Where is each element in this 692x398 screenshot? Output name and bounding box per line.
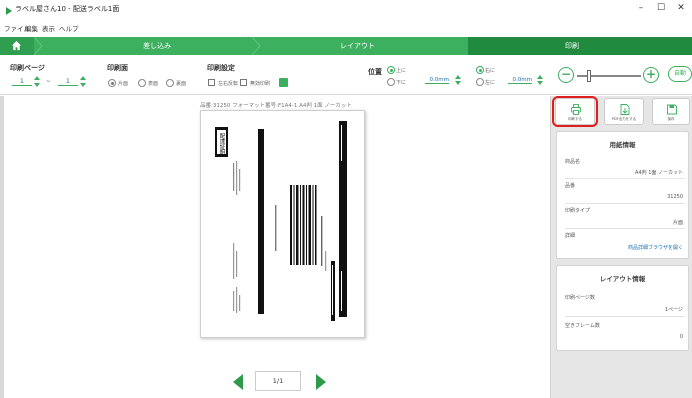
menu-edit[interactable]: 編集 [25, 23, 38, 33]
pdf-export-button[interactable]: PDF出力をする [604, 98, 644, 125]
mirror-label: 左右反転 [218, 81, 239, 87]
horizontal-offset-input[interactable]: 0.0mm [508, 77, 532, 84]
window-title: ラベル屋さん10 - 配送ラベル1面 [15, 5, 120, 13]
home-icon [11, 40, 22, 51]
horizontal-offset-stepper-icon[interactable] [537, 75, 543, 85]
print-settings-title: 印刷設定 [207, 64, 235, 72]
position-up-label: 上に [396, 68, 407, 74]
print-pages-title: 印刷ページ [10, 64, 45, 72]
position-down-radio[interactable] [387, 78, 395, 86]
product-details-link[interactable]: 商品詳細ブラウザを開く [628, 244, 683, 251]
position-right-radio[interactable] [476, 66, 484, 74]
app-logo-icon [6, 7, 12, 15]
barcode-graphic [289, 184, 317, 268]
print-side-back-label: 裏面 [176, 81, 187, 87]
print-pages-count-label: 印刷ページ数 [565, 295, 595, 301]
shipping-label-preview: 配達証明 [215, 121, 347, 321]
details-label: 詳細 [565, 233, 576, 239]
position-title: 位置 [368, 68, 382, 76]
page-from-stepper-icon[interactable] [34, 76, 40, 87]
vertical-offset-input[interactable]: 0.0mm [425, 77, 449, 84]
print-button-highlight [552, 96, 598, 127]
position-right-label: 右に [485, 68, 496, 74]
position-left-radio[interactable] [476, 78, 484, 86]
save-button-label: 保存 [667, 117, 675, 121]
product-name-value: A4判 1面 ノーカット [635, 170, 683, 176]
delivery-stamp-text: 配達証明 [219, 133, 226, 157]
print-side-single-label: 片面 [118, 81, 129, 87]
close-button[interactable]: ✕ [673, 3, 689, 13]
product-name-label: 商品名 [565, 159, 581, 165]
step-print[interactable]: 印刷 [565, 41, 579, 51]
print-page-from-input[interactable]: 1 [12, 77, 32, 86]
product-no-value: 31250 [667, 194, 683, 200]
print-side-back-radio[interactable] [166, 79, 174, 87]
zoom-auto-button[interactable]: 自動 [668, 66, 692, 82]
blank-print-checkbox[interactable] [240, 79, 247, 86]
zoom-slider-thumb[interactable] [587, 70, 591, 82]
step-print-active-bg [468, 37, 692, 55]
print-side-front-label: 表面 [148, 81, 159, 87]
zoom-out-button[interactable]: − [558, 67, 574, 83]
position-left-label: 左に [485, 80, 496, 86]
prev-page-button[interactable] [233, 374, 243, 390]
page-range-tilde: ~ [46, 78, 52, 85]
menu-help[interactable]: ヘルプ [59, 23, 79, 33]
blank-print-label: 無効印刷 [250, 81, 271, 87]
layout-info-title: レイアウト情報 [599, 275, 646, 283]
settings-toggle-button[interactable] [279, 78, 288, 87]
print-side-single-radio[interactable] [108, 79, 116, 87]
print-side-title: 印刷面 [107, 64, 128, 72]
position-up-radio[interactable] [387, 66, 395, 74]
page-to-stepper-icon[interactable] [80, 76, 86, 87]
step-separator-icon [34, 37, 43, 55]
page-preview: 配達証明 [200, 110, 365, 338]
next-page-button[interactable] [316, 374, 326, 390]
zoom-in-button[interactable]: + [643, 67, 659, 83]
save-icon [667, 104, 677, 115]
divider [565, 316, 685, 317]
title-bar: ラベル屋さん10 - 配送ラベル1面 – ☐ ✕ [0, 0, 692, 22]
paper-info-title: 用紙情報 [609, 141, 636, 149]
print-pages-count-value: 1ページ [664, 307, 683, 313]
minimize-button[interactable]: – [633, 3, 649, 13]
divider [565, 228, 685, 229]
step-separator-icon [252, 37, 261, 55]
save-button[interactable]: 保存 [652, 98, 690, 125]
step-layout[interactable]: レイアウト [340, 41, 375, 51]
page-indicator: 1/1 [255, 371, 301, 391]
position-down-label: 下に [396, 80, 407, 86]
maximize-button[interactable]: ☐ [653, 3, 669, 13]
print-side-front-radio[interactable] [138, 79, 146, 87]
print-type-value: 片面 [672, 220, 683, 226]
layout-info-card: レイアウト情報 印刷ページ数 1ページ 空きフレーム数 0 [556, 265, 689, 351]
vertical-offset-stepper-icon[interactable] [455, 75, 461, 85]
empty-frames-label: 空きフレーム数 [565, 323, 600, 329]
step-separator-icon [458, 37, 468, 55]
home-button[interactable] [0, 37, 34, 55]
empty-frames-value: 0 [679, 334, 683, 340]
menu-bar: ファイル 編集 表示 ヘルプ [0, 22, 692, 34]
divider [565, 203, 685, 204]
divider [565, 178, 685, 179]
print-page-to-input[interactable]: 1 [58, 77, 78, 86]
paper-info-card: 用紙情報 商品名 A4判 1面 ノーカット 品番 31250 印刷タイプ 片面 … [556, 131, 689, 259]
preview-caption: 品番:31250 フォーマット番号:F1A4-1 A4判 1面 ノーカット [200, 103, 352, 109]
pdf-export-button-label: PDF出力をする [611, 117, 637, 121]
menu-view[interactable]: 表示 [42, 23, 55, 33]
step-bar: 差し込み レイアウト 印刷 [0, 37, 692, 55]
product-no-label: 品番 [565, 183, 576, 189]
print-type-label: 印刷タイプ [565, 208, 591, 214]
left-gutter [0, 96, 4, 398]
mirror-checkbox[interactable] [208, 79, 215, 86]
app-window: ラベル屋さん10 - 配送ラベル1面 – ☐ ✕ ファイル 編集 表示 ヘルプ … [0, 0, 692, 398]
pdf-file-icon [620, 104, 630, 115]
step-merge[interactable]: 差し込み [143, 41, 171, 51]
